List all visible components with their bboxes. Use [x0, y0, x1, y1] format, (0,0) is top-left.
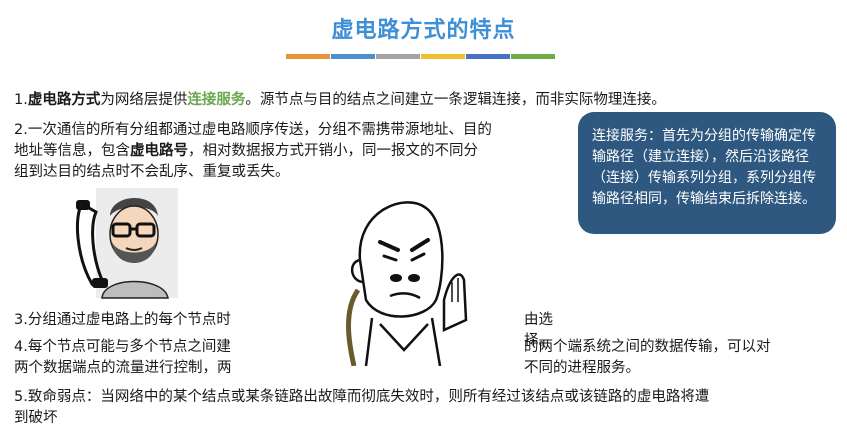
underline-bar-orange [286, 54, 330, 59]
p5-line-2: 到破坏 [14, 410, 58, 426]
paragraph-5: 5.致命弱点：当网络中的某个结点或某条链路出故障而彻底失效时，则所有经过该结点或… [14, 387, 844, 429]
page-title: 虚电路方式的特点 [331, 18, 516, 43]
underline-bar-green [511, 54, 555, 59]
p1-prefix: 1. [14, 92, 28, 108]
underline-bar-blue [331, 54, 375, 59]
p2-line-2a: 地址等信息，包含 [14, 143, 130, 159]
man-phone-icon [75, 188, 178, 299]
p4-line-2-left: 两个数据端点的流量进行控制，两 [14, 360, 232, 376]
paragraph-3: 3.分组通过虚电路上的每个节点时 由选择。 [14, 310, 574, 349]
paragraph-2: 2.一次通信的所有分组都通过虚电路顺序传送，分组不需携带源地址、目的 地址等信息… [14, 120, 492, 183]
monk-icon [346, 201, 468, 367]
paragraph-1: 1.虚电路方式为网络层提供连接服务。源节点与目的结点之间建立一条逻辑连接，而非实… [14, 90, 666, 111]
p3-left: 3.分组通过虚电路上的每个节点时 [14, 312, 231, 328]
p4-line-1-right: 的两个端系统之间的数据传输，可以对 [524, 339, 771, 355]
underline-bar-yellow [421, 54, 465, 59]
p2-keyword: 虚电路号 [130, 143, 188, 159]
p2-line-3: 组到达目的结点时不会乱序、重复或丢失。 [14, 164, 290, 180]
p1-keyword: 虚电路方式 [27, 92, 101, 108]
p4-line-1-left: 4.每个节点可能与多个节点之间建 [14, 339, 231, 355]
p4-line-2-right: 不同的进程服务。 [524, 360, 640, 376]
monk-illustration [340, 190, 470, 367]
p5-line-1: 5.致命弱点：当网络中的某个结点或某条链路出故障而彻底失效时，则所有经过该结点或… [14, 389, 710, 405]
p1-text-1: 为网络层提供 [100, 92, 188, 108]
p2-line-1: 2.一次通信的所有分组都通过虚电路顺序传送，分组不需携带源地址、目的 [14, 122, 492, 138]
underline-bar-darkblue [466, 54, 510, 59]
callout-text: 连接服务：首先为分组的传输确定传输路径（建立连接），然后沿该路径（连接）传输系列… [592, 128, 816, 207]
p1-text-2: 。源节点与目的结点之间建立一条逻辑连接，而非实际物理连接。 [245, 92, 666, 108]
p1-highlight: 连接服务 [187, 92, 246, 108]
connection-service-callout: 连接服务：首先为分组的传输确定传输路径（建立连接），然后沿该路径（连接）传输系列… [578, 112, 836, 234]
man-phone-illustration [72, 186, 182, 304]
underline-bar-gray [376, 54, 420, 59]
p2-line-2c: ，相对数据报方式开销小，同一报文的不同分 [188, 143, 478, 159]
